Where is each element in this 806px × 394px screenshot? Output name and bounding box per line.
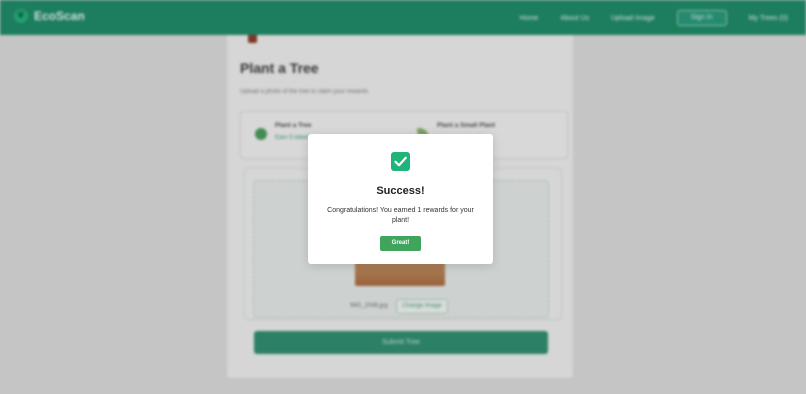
check-icon — [391, 152, 410, 171]
modal-title: Success! — [376, 185, 425, 197]
modal-message: Congratulations! You earned 1 rewards fo… — [327, 207, 474, 224]
great-button[interactable]: Great! — [380, 236, 421, 251]
success-modal: Success! Congratulations! You earned 1 r… — [308, 134, 493, 264]
